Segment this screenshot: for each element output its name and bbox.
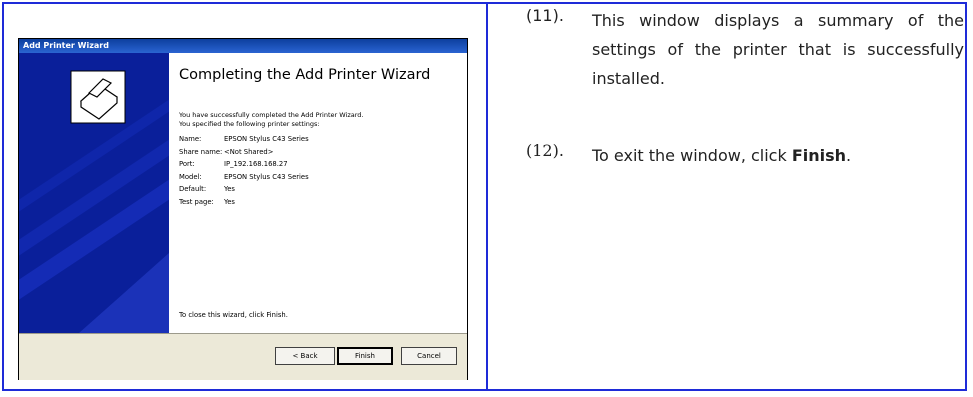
setting-row: Model: EPSON Stylus C43 Series	[179, 171, 309, 184]
wizard-heading: Completing the Add Printer Wizard	[179, 67, 431, 83]
step-text-before: To exit the window, click	[592, 146, 792, 165]
setting-row: Default: Yes	[179, 183, 309, 196]
window-title: Add Printer Wizard	[19, 39, 467, 53]
wizard-intro: You have successfully completed the Add …	[179, 111, 459, 129]
setting-label: Default:	[179, 185, 207, 194]
wizard-side-panel	[19, 53, 169, 333]
cancel-button[interactable]: Cancel	[401, 347, 457, 365]
setting-value: EPSON Stylus C43 Series	[224, 172, 309, 181]
setting-label: Test page:	[179, 197, 214, 206]
step-text: This window displays a summary of the se…	[592, 11, 964, 88]
wizard-content: Completing the Add Printer Wizard You ha…	[179, 53, 463, 333]
intro-line-2: You specified the following printer sett…	[179, 120, 320, 128]
wizard-button-bar: < Back Finish Cancel	[19, 333, 467, 380]
setting-label: Name:	[179, 135, 202, 143]
intro-line-1: You have successfully completed the Add …	[179, 111, 364, 119]
back-button[interactable]: < Back	[275, 347, 335, 365]
screenshot-cell: Add Printer Wizard Completing the Add Pr…	[4, 4, 488, 389]
step-text-after: .	[846, 146, 852, 165]
step-text: To exit the window, click Finish.	[592, 141, 964, 170]
setting-label: Port:	[179, 160, 195, 169]
setting-value: Yes	[224, 197, 235, 206]
add-printer-wizard-window: Add Printer Wizard Completing the Add Pr…	[18, 38, 468, 380]
step-number: (12).	[526, 141, 564, 160]
setting-row: Port: IP_192.168.168.27	[179, 158, 309, 171]
setting-label: Model:	[179, 172, 202, 181]
wizard-body: Completing the Add Printer Wizard You ha…	[19, 53, 467, 333]
setting-value: <Not Shared>	[224, 147, 274, 156]
setting-row: Name: EPSON Stylus C43 Series	[179, 133, 309, 146]
instructions-cell: (11). This window displays a summary of …	[488, 4, 965, 389]
close-note: To close this wizard, click Finish.	[179, 311, 288, 319]
finish-button[interactable]: Finish	[337, 347, 393, 365]
setting-value: EPSON Stylus C43 Series	[224, 135, 309, 143]
setting-row: Test page: Yes	[179, 196, 309, 209]
step-number: (11).	[526, 6, 564, 25]
finish-emphasis: Finish	[791, 146, 847, 165]
printer-icon	[19, 53, 169, 333]
setting-label: Share name:	[179, 147, 223, 156]
settings-list: Name: EPSON Stylus C43 Series Share name:…	[179, 133, 309, 209]
setting-value: Yes	[224, 185, 235, 194]
document-frame: Add Printer Wizard Completing the Add Pr…	[2, 2, 967, 391]
setting-value: IP_192.168.168.27	[224, 160, 288, 169]
setting-row: Share name: <Not Shared>	[179, 146, 309, 159]
